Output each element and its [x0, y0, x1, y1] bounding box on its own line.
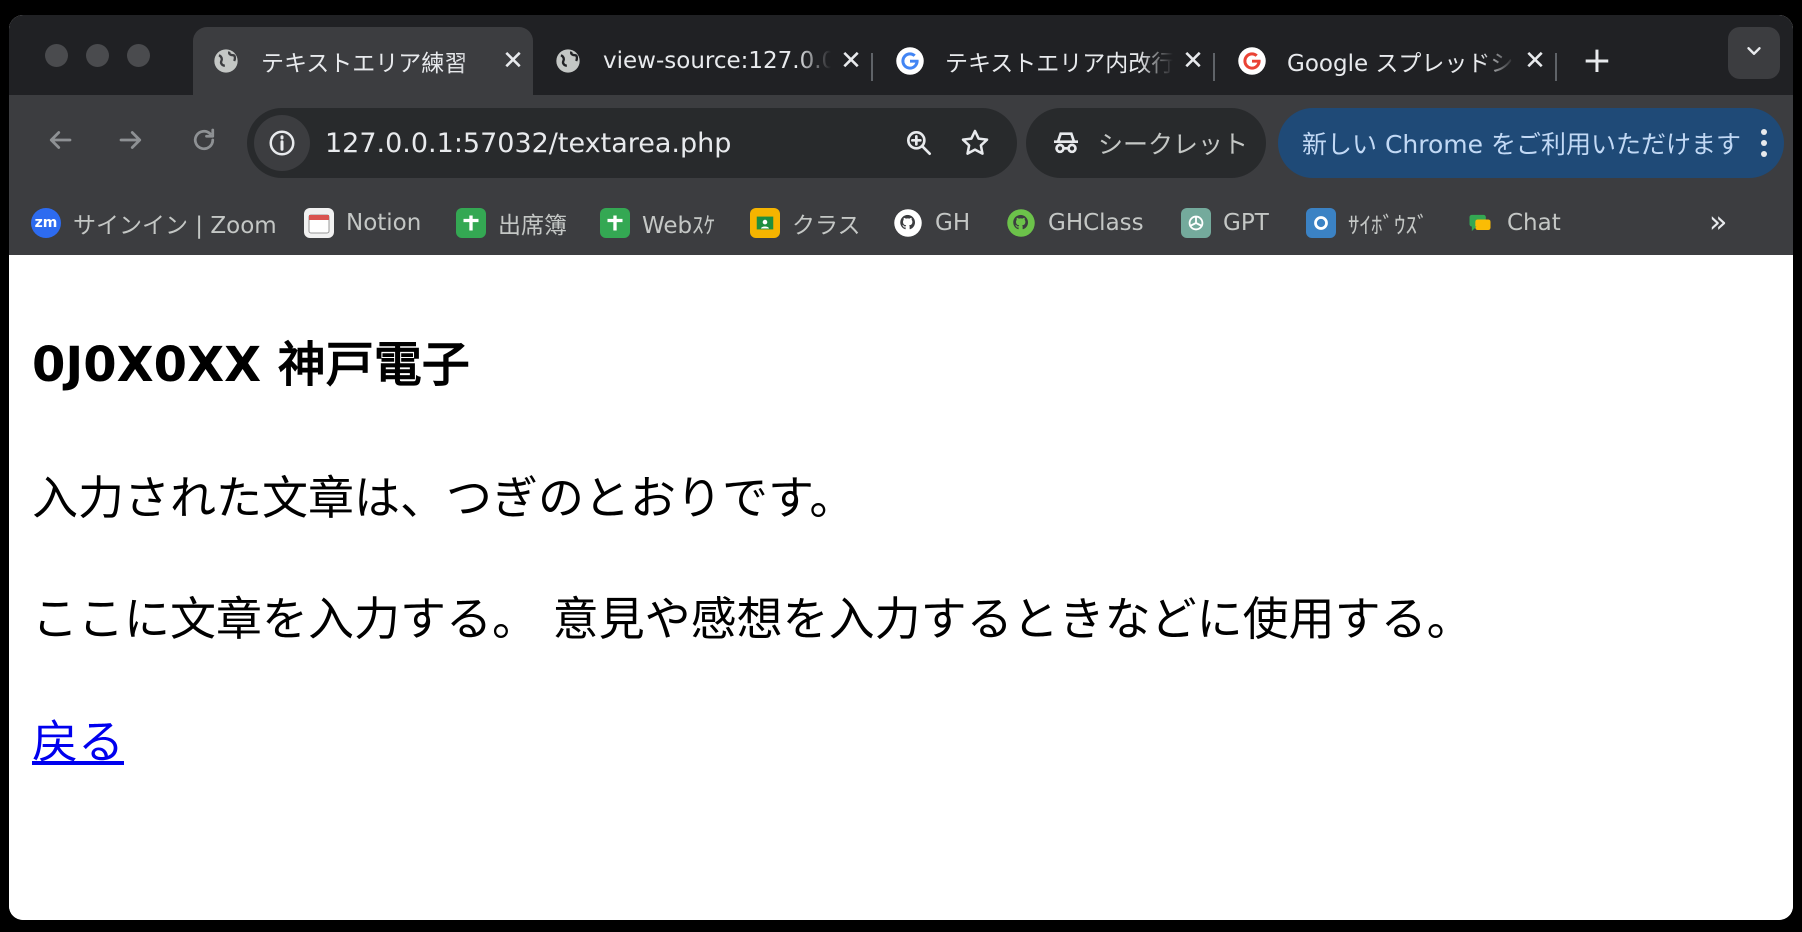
page-content: 0J0X0XX 神戸電子 入力された文章は、つぎのとおりです。 ここに文章を入力…	[9, 255, 1793, 920]
chat-icon	[1465, 208, 1495, 238]
bookmarks-overflow-icon[interactable]: »	[1709, 205, 1727, 240]
bookmark-notion[interactable]: Notion	[304, 205, 421, 241]
bookmark-chat[interactable]: Chat	[1465, 205, 1561, 241]
close-tab-icon[interactable]: ✕	[493, 46, 533, 76]
tab-google-sheets[interactable]: Google スプレッドシート ✕	[1219, 27, 1555, 95]
classroom-icon	[750, 208, 780, 238]
bookmark-attendance[interactable]: 出席簿	[456, 205, 567, 241]
bookmark-label: Notion	[346, 210, 422, 236]
tab-title: Google スプレッドシート	[1287, 51, 1515, 77]
google-icon	[895, 46, 925, 76]
url-text[interactable]: 127.0.0.1:57032/textarea.php	[325, 128, 895, 159]
more-menu-icon[interactable]	[1744, 129, 1784, 157]
back-link[interactable]: 戻る	[32, 706, 124, 772]
toolbar: 127.0.0.1:57032/textarea.php シークレット 新しい …	[9, 95, 1793, 191]
page-heading: 0J0X0XX 神戸電子	[32, 337, 470, 393]
arrow-right-icon	[116, 125, 146, 159]
bookmark-web-schedule[interactable]: Webｽｹ	[600, 205, 715, 241]
update-chrome-button[interactable]: 新しい Chrome をご利用いただけます	[1278, 108, 1784, 178]
bookmark-label: GPT	[1223, 210, 1269, 236]
tab-search-button[interactable]	[1728, 27, 1780, 79]
bookmark-label: 出席簿	[498, 213, 567, 239]
tab-textarea-newline[interactable]: テキストエリア内改行 ✕	[877, 27, 1213, 95]
incognito-indicator[interactable]: シークレット	[1026, 108, 1266, 178]
browser-window: テキストエリア練習 ✕ view-source:127.0.0.1 ✕ テキスト…	[9, 15, 1793, 920]
bookmark-cybozu[interactable]: ｻｲﾎﾞｳｽﾞ	[1306, 205, 1429, 241]
tab-view-source[interactable]: view-source:127.0.0.1 ✕	[535, 27, 871, 95]
bookmark-gpt[interactable]: GPT	[1181, 205, 1269, 241]
tab-separator	[1555, 53, 1557, 81]
zoom-icon: zm	[31, 208, 61, 238]
close-window-button[interactable]	[45, 44, 68, 67]
sheets-icon	[456, 208, 486, 238]
cybozu-icon	[1306, 208, 1336, 238]
tab-title: view-source:127.0.0.1	[603, 48, 831, 74]
tab-separator	[1213, 53, 1215, 81]
forward-button[interactable]	[108, 119, 154, 165]
bookmarks-bar: zm サインイン | Zoom Notion 出席簿 Webｽｹ クラス GH …	[9, 191, 1793, 255]
bookmark-github-classroom[interactable]: GHClass	[1006, 205, 1144, 241]
close-tab-icon[interactable]: ✕	[1515, 46, 1555, 76]
bookmark-label: クラス	[792, 213, 861, 239]
tab-title: テキストエリア練習	[261, 51, 468, 77]
site-info-icon[interactable]	[254, 115, 310, 171]
zoom-icon[interactable]	[895, 119, 943, 167]
bookmark-class[interactable]: クラス	[750, 205, 861, 241]
bookmark-label: サインイン | Zoom	[73, 213, 277, 239]
sheets-icon	[600, 208, 630, 238]
google-icon	[1237, 46, 1267, 76]
minimize-window-button[interactable]	[86, 44, 109, 67]
tab-textarea-practice[interactable]: テキストエリア練習 ✕	[193, 27, 533, 95]
bookmark-github[interactable]: GH	[893, 205, 970, 241]
reload-icon	[189, 125, 219, 159]
github-icon	[893, 208, 923, 238]
maximize-window-button[interactable]	[127, 44, 150, 67]
arrow-left-icon	[45, 125, 75, 159]
tab-title: テキストエリア内改行	[945, 51, 1173, 77]
bookmark-label: Webｽｹ	[642, 213, 716, 239]
bookmark-zoom[interactable]: zm サインイン | Zoom	[31, 205, 277, 241]
bookmark-label: GH	[935, 210, 971, 236]
incognito-icon	[1050, 127, 1082, 159]
bookmark-star-icon[interactable]	[951, 119, 999, 167]
window-controls	[45, 44, 150, 67]
github-classroom-icon	[1006, 208, 1036, 238]
update-label: 新しい Chrome をご利用いただけます	[1302, 130, 1741, 159]
openai-icon	[1181, 208, 1211, 238]
intro-text: 入力された文章は、つぎのとおりです。	[32, 471, 856, 525]
submitted-text: ここに文章を入力する。 意見や感想を入力するときなどに使用する。	[32, 592, 1473, 646]
globe-icon	[211, 46, 241, 76]
close-tab-icon[interactable]: ✕	[1173, 46, 1213, 76]
new-tab-button[interactable]: +	[1573, 37, 1621, 85]
address-bar[interactable]: 127.0.0.1:57032/textarea.php	[247, 108, 1017, 178]
globe-icon	[553, 46, 583, 76]
back-button[interactable]	[37, 119, 83, 165]
calendar-icon	[304, 208, 334, 238]
bookmark-label: Chat	[1507, 210, 1561, 236]
incognito-label: シークレット	[1098, 130, 1249, 159]
tab-separator	[871, 53, 873, 81]
close-tab-icon[interactable]: ✕	[831, 46, 871, 76]
chevron-down-icon	[1743, 40, 1765, 66]
reload-button[interactable]	[181, 119, 227, 165]
tab-strip: テキストエリア練習 ✕ view-source:127.0.0.1 ✕ テキスト…	[9, 15, 1793, 95]
bookmark-label: GHClass	[1048, 210, 1144, 236]
bookmark-label: ｻｲﾎﾞｳｽﾞ	[1348, 213, 1429, 239]
